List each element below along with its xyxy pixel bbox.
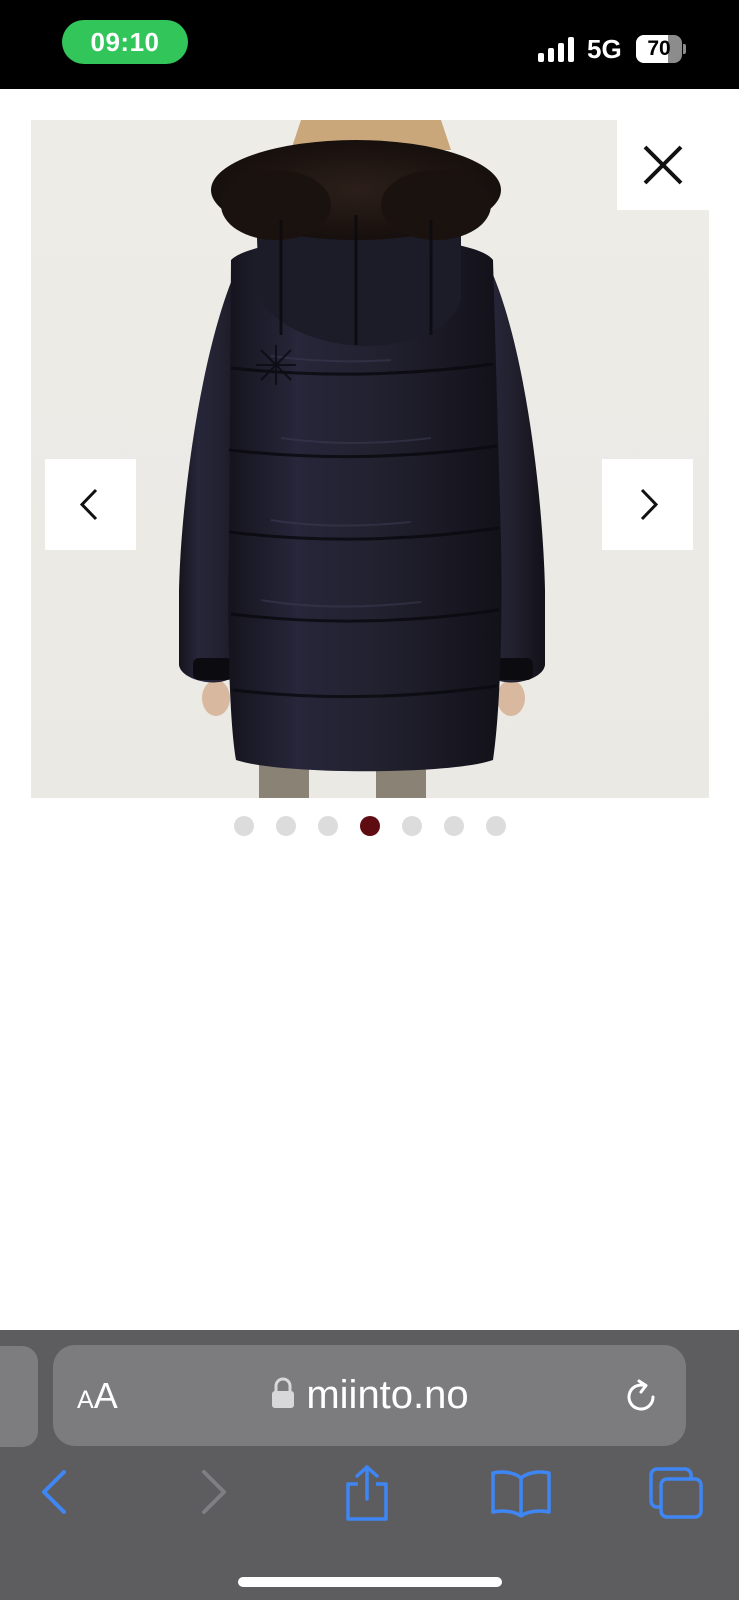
chevron-right-icon: [202, 1470, 226, 1514]
previous-tab-peek[interactable]: [0, 1346, 38, 1447]
pagination-dot[interactable]: [443, 816, 464, 836]
share-icon: [346, 1465, 388, 1521]
pagination-dot-active[interactable]: [359, 816, 380, 836]
lock-icon: [270, 1376, 296, 1410]
back-button[interactable]: [36, 1464, 72, 1525]
browser-bottom-bar: AA miinto.no: [0, 1330, 739, 1600]
pagination-dot[interactable]: [317, 816, 338, 836]
pagination-dot[interactable]: [401, 816, 422, 836]
chevron-left-icon: [42, 1470, 66, 1514]
close-gallery-button[interactable]: [617, 120, 709, 210]
reload-button[interactable]: [621, 1377, 661, 1417]
url-display[interactable]: miinto.no: [53, 1345, 686, 1446]
pagination-dot[interactable]: [275, 816, 296, 836]
tabs-button[interactable]: [648, 1466, 704, 1525]
tabs-icon: [649, 1467, 703, 1519]
chevron-right-icon: [640, 488, 659, 521]
status-bar: 09:10 5G 70: [0, 0, 739, 89]
reload-icon: [627, 1379, 655, 1411]
chevron-left-icon: [79, 488, 98, 521]
network-type: 5G: [587, 34, 622, 64]
share-button[interactable]: [342, 1464, 392, 1527]
url-text: miinto.no: [306, 1373, 469, 1417]
status-time[interactable]: 09:10: [62, 20, 188, 64]
pagination-dot[interactable]: [233, 816, 254, 836]
close-icon: [643, 145, 683, 185]
cellular-signal-icon: [538, 36, 578, 62]
book-icon: [491, 1470, 551, 1518]
bookmarks-button[interactable]: [490, 1468, 552, 1523]
home-indicator[interactable]: [238, 1577, 502, 1587]
battery-icon: 70: [636, 35, 686, 63]
address-bar[interactable]: AA miinto.no: [53, 1345, 686, 1446]
battery-level: 70: [647, 37, 671, 60]
forward-button[interactable]: [196, 1464, 232, 1525]
next-image-button[interactable]: [602, 459, 693, 550]
pagination-dot[interactable]: [485, 816, 506, 836]
image-pagination-dots: [0, 816, 739, 838]
previous-image-button[interactable]: [45, 459, 136, 550]
